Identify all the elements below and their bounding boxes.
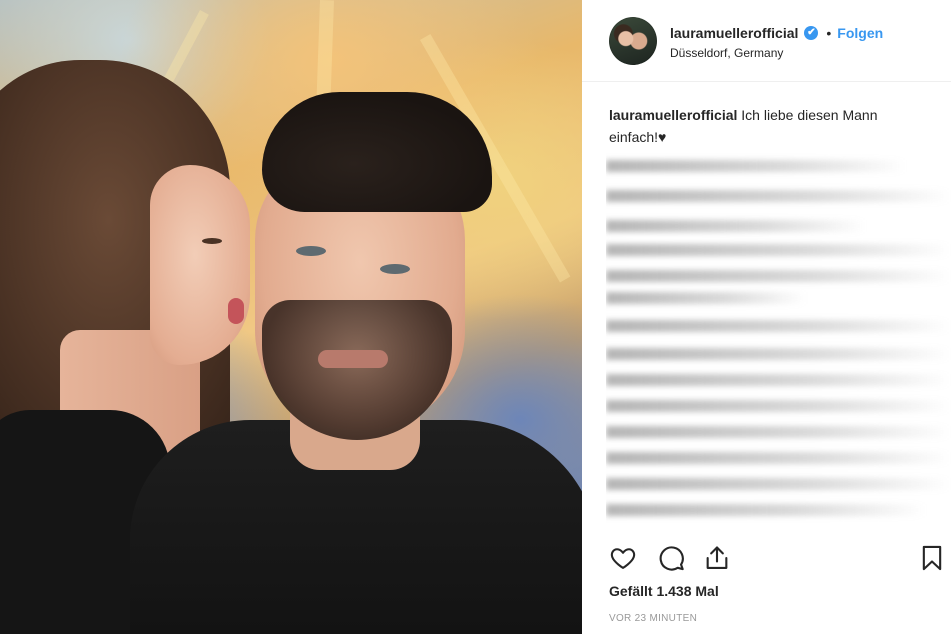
blurred-comment-line (606, 220, 866, 232)
action-bar (582, 536, 951, 580)
blurred-comment-line (606, 478, 951, 490)
follow-button[interactable]: Folgen (837, 25, 883, 41)
blurred-comment-line (606, 400, 951, 412)
woman-face (150, 165, 250, 365)
blurred-comment-line (606, 292, 806, 304)
heart-icon[interactable] (609, 544, 637, 572)
username-link[interactable]: lauramuellerofficial (670, 25, 798, 41)
blurred-comment-line (606, 426, 951, 438)
caption-username-link[interactable]: lauramuellerofficial (609, 107, 737, 123)
bookmark-icon[interactable] (918, 544, 946, 572)
location-link[interactable]: Düsseldorf, Germany (670, 46, 783, 60)
post-photo[interactable] (0, 0, 582, 634)
blurred-comments (606, 152, 951, 530)
likes-count[interactable]: Gefällt 1.438 Mal (609, 583, 719, 599)
man-mouth (318, 350, 388, 368)
woman-eye (202, 238, 222, 244)
blurred-comment-line (606, 348, 951, 360)
user-line: lauramuellerofficial ✔ • Folgen (670, 25, 883, 41)
man-hair (262, 92, 492, 212)
post-header: lauramuellerofficial ✔ • Folgen Düsseldo… (582, 0, 951, 82)
blurred-comment-line (606, 244, 951, 256)
post-timestamp[interactable]: VOR 23 MINUTEN (609, 613, 697, 624)
blurred-comment-line (606, 374, 951, 386)
post-sidebar: lauramuellerofficial ✔ • Folgen Düsseldo… (582, 0, 951, 634)
blurred-comment-line (606, 270, 951, 282)
blurred-comment-line (606, 190, 951, 202)
blurred-comment-line (606, 160, 906, 172)
man-eye (296, 246, 326, 256)
separator-dot: • (826, 25, 832, 41)
avatar[interactable] (609, 17, 657, 65)
man-eye (380, 264, 410, 274)
verified-badge-icon: ✔ (804, 26, 819, 40)
share-icon[interactable] (703, 544, 731, 572)
woman-lips (228, 298, 244, 324)
blurred-comment-line (606, 452, 951, 464)
caption: lauramuellerofficial Ich liebe diesen Ma… (609, 104, 929, 148)
blurred-comment-line (606, 320, 951, 332)
comment-icon[interactable] (657, 544, 685, 572)
blurred-comment-line (606, 504, 926, 516)
